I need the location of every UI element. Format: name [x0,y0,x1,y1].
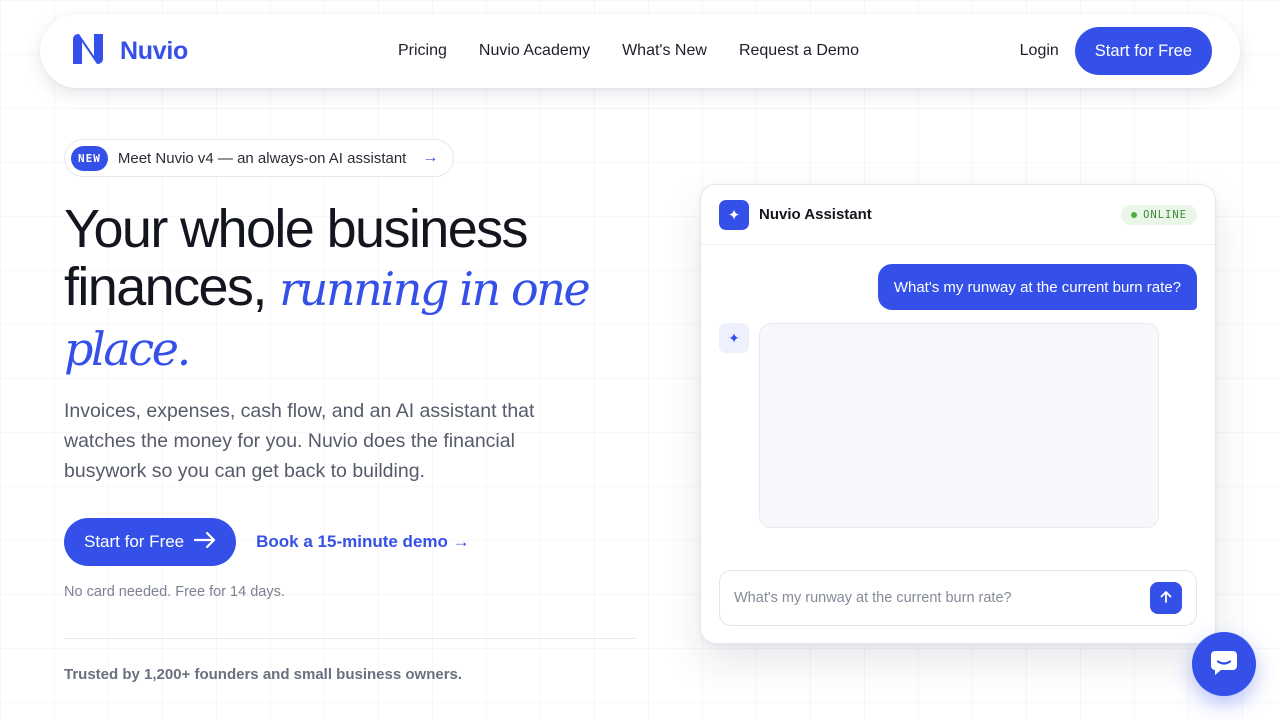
nav-link-pricing[interactable]: Pricing [398,42,447,60]
brand-name: Nuvio [120,36,188,65]
trial-note: No card needed. Free for 14 days. [64,584,285,600]
book-demo-link[interactable]: Book a 15-minute demo → [256,532,469,552]
arrow-right-icon [194,531,216,553]
announcement-text: Meet Nuvio v4 — an always-on AI assistan… [117,149,407,167]
chat-title: Nuvio Assistant [759,206,872,223]
arrow-up-icon [1159,590,1173,607]
announcement-badge[interactable]: NEW Meet Nuvio v4 — an always-on AI assi… [64,139,454,177]
status-dot [1131,211,1138,218]
nav-links: Pricing Nuvio Academy What's New Request… [398,14,859,88]
nav-actions: Login Start for Free [1020,27,1212,75]
nav-link-request-demo[interactable]: Request a Demo [739,42,859,60]
chat-header: ✦ Nuvio Assistant ONLINE [701,185,1215,245]
nav-link-whats-new[interactable]: What's New [622,42,707,60]
brand[interactable]: Nuvio [70,31,188,72]
nuvio-logo-icon [70,31,106,72]
chat-input[interactable] [734,590,1150,606]
sparkle-icon: ✦ [719,199,749,230]
hero-cta-row: Start for Free Book a 15-minute demo → [64,518,470,566]
sparkle-icon: ✦ [719,323,749,353]
assistant-response-bubble [759,323,1159,528]
status-badge: ONLINE [1121,204,1197,225]
section-divider [64,638,636,639]
hero-title: Your whole business finances, running in… [64,200,624,378]
open-chat-button[interactable] [1192,632,1256,696]
hero-start-free-label: Start for Free [84,532,185,551]
hero-title-line2: finances, [64,257,267,317]
hero-start-free-button[interactable]: Start for Free [64,518,237,566]
new-tag: NEW [71,145,108,171]
send-button[interactable] [1150,582,1182,614]
chat-input-box [719,570,1197,626]
arrow-right-icon: → [422,149,439,166]
nav-start-free-button[interactable]: Start for Free [1074,27,1212,75]
user-message-bubble: What's my runway at the current burn rat… [877,264,1197,310]
top-nav: Nuvio Pricing Nuvio Academy What's New R… [40,14,1240,88]
login-link[interactable]: Login [1020,42,1059,60]
hero-title-line1: Your whole business [64,199,529,259]
hero-subtitle: Invoices, expenses, cash flow, and an AI… [64,400,535,482]
trusted-by-text: Trusted by 1,200+ founders and small bus… [64,666,463,683]
chat-bubble-icon [1209,649,1239,680]
nav-link-academy[interactable]: Nuvio Academy [479,42,590,60]
assistant-chat-card: ✦ Nuvio Assistant ONLINE What's my runwa… [700,184,1216,644]
status-text: ONLINE [1143,208,1187,221]
